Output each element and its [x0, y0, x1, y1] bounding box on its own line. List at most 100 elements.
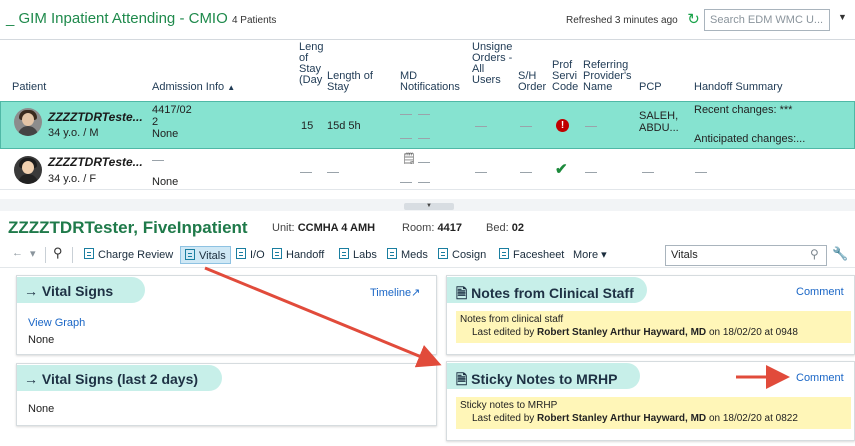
pcp-value-l2: ABDU...	[639, 122, 679, 134]
patient-count: 4 Patients	[231, 15, 277, 26]
col-header-unsigned-orders[interactable]: Unsigne Orders - All Users	[472, 42, 512, 86]
col-header-patient[interactable]: Patient	[12, 82, 46, 93]
patient-room: Room: 4417	[402, 222, 462, 234]
sticky-notes-title-text: Sticky Notes to MRHP	[471, 371, 618, 387]
patient-header-name: ZZZZTDRTester, FiveInpatient	[8, 218, 248, 237]
edited-by: Robert Stanley Arthur Hayward, MD	[537, 413, 707, 424]
col-header-los-l2: Stay	[327, 81, 350, 93]
document-icon	[185, 249, 195, 260]
vital-signs-value: None	[28, 334, 55, 346]
io-button[interactable]: I/O	[236, 246, 265, 264]
activity-search-input[interactable]: Vitals	[665, 245, 827, 266]
sort-ascending-icon: ▲	[227, 83, 236, 92]
document-icon	[236, 248, 246, 259]
notes-clinical-edit-line: Last edited by Robert Stanley Arthur Hay…	[460, 326, 847, 339]
patient-demographics: 34 y.o. / F	[48, 173, 97, 185]
back-arrow-icon[interactable]: ←	[12, 247, 23, 259]
search-icon[interactable]: ⚲	[810, 247, 819, 261]
patient-name[interactable]: ZZZZTDRTeste...	[48, 155, 143, 169]
col-header-los[interactable]: Length of Stay	[327, 71, 373, 93]
col-header-pcp[interactable]: PCP	[639, 82, 662, 93]
more-label: More	[573, 249, 599, 261]
list-title-text: _ GIM Inpatient Attending - CMIO	[6, 10, 228, 27]
admission-info-l1: 4417/02	[152, 104, 192, 116]
refreshed-status: Refreshed 3 minutes ago	[566, 15, 678, 26]
handoff-button[interactable]: Handoff	[272, 246, 324, 264]
col-header-handoff-summary[interactable]: Handoff Summary	[694, 82, 782, 93]
vitals-pulse-icon: →	[24, 283, 38, 299]
patient-name[interactable]: ZZZZTDRTeste...	[48, 110, 143, 124]
edit-prefix: Last edited by	[472, 413, 535, 424]
document-icon	[387, 248, 397, 259]
col-header-admission-info[interactable]: Admission Info ▲	[152, 82, 235, 93]
toolbar-separator	[72, 247, 73, 263]
patient-list-title: _ GIM Inpatient Attending - CMIO 4 Patie…	[6, 10, 276, 27]
labs-button[interactable]: Labs	[339, 246, 377, 264]
bed-value: 02	[511, 222, 524, 234]
edited-by: Robert Stanley Arthur Hayward, MD	[537, 327, 707, 338]
empty-dash	[642, 172, 654, 173]
timeline-label: Timeline	[370, 287, 412, 299]
empty-dash	[418, 182, 430, 183]
los-days-value: 15	[301, 120, 314, 132]
empty-dash	[400, 182, 412, 183]
refresh-icon[interactable]: ↻	[685, 12, 702, 27]
notification-icon[interactable]: 🗒	[402, 152, 416, 165]
los-value: 15d 5h	[327, 120, 361, 132]
empty-dash	[475, 126, 487, 127]
col-header-md-notifications[interactable]: MD Notifications	[400, 71, 460, 93]
bed-label: Bed:	[486, 222, 509, 234]
notes-clinical-note-text: Notes from clinical staff	[460, 314, 564, 325]
unit-value: CCMHA 4 AMH	[297, 222, 376, 234]
splitter-grip-icon[interactable]: ▼	[404, 203, 454, 210]
back-dropdown-icon[interactable]: ▾	[30, 247, 36, 260]
vital-signs-2days-title-text: Vital Signs (last 2 days)	[41, 371, 199, 387]
empty-dash	[300, 172, 312, 173]
empty-dash	[152, 160, 164, 161]
charge-review-label: Charge Review	[98, 249, 174, 261]
io-label: I/O	[250, 249, 265, 261]
cosign-button[interactable]: Cosign	[438, 246, 486, 264]
comment-link[interactable]: Comment	[796, 372, 844, 384]
vitals-button[interactable]: Vitals	[180, 246, 231, 264]
patient-bed: Bed: 02	[486, 222, 524, 234]
vital-signs-title: → Vital Signs	[24, 283, 113, 299]
pcp-value-l1: SALEH,	[639, 110, 679, 122]
empty-dash	[585, 126, 597, 127]
view-graph-link[interactable]: View Graph	[28, 317, 85, 329]
vitals-pulse-icon: →	[24, 371, 38, 387]
col-header-referring-provider[interactable]: Referring Provider's Name	[583, 60, 632, 93]
empty-dash	[418, 162, 430, 163]
comment-link[interactable]: Comment	[796, 286, 844, 298]
meds-button[interactable]: Meds	[387, 246, 428, 264]
col-header-los-days[interactable]: Leng of Stay (Day	[299, 42, 323, 86]
empty-dash	[400, 138, 412, 139]
alert-icon[interactable]: !	[556, 119, 569, 132]
document-icon	[499, 248, 509, 259]
timeline-link[interactable]: Timeline↗	[370, 286, 420, 299]
more-menu-button[interactable]: More ▾	[573, 246, 607, 264]
empty-dash	[418, 138, 430, 139]
document-icon	[272, 248, 282, 259]
vital-signs-2days-title: → Vital Signs (last 2 days)	[24, 371, 198, 387]
external-link-icon: ↗	[411, 287, 421, 299]
edited-on: on 18/02/20 at 0948	[708, 327, 798, 338]
patient-row-partial[interactable]	[0, 191, 855, 199]
empty-dash	[475, 172, 487, 173]
col-header-ref-l3: Name	[583, 81, 613, 93]
toolbar-separator	[45, 247, 46, 263]
search-icon[interactable]: ⚲	[53, 245, 63, 261]
wrench-icon[interactable]: 🔧	[832, 246, 848, 262]
chevron-down-icon[interactable]: ▼	[838, 12, 847, 22]
sticky-notes-edit-line: Last edited by Robert Stanley Arthur Hay…	[460, 412, 847, 425]
col-header-sh-order[interactable]: S/H Order	[518, 71, 546, 93]
patient-demographics: 34 y.o. / M	[48, 127, 99, 139]
charge-review-button[interactable]: Charge Review	[84, 246, 173, 264]
patient-unit: Unit: CCMHA 4 AMH	[272, 222, 375, 234]
chevron-down-icon: ▾	[601, 249, 607, 261]
notes-clinical-note: Notes from clinical staff Last edited by…	[456, 311, 851, 343]
room-value: 4417	[437, 222, 462, 234]
facesheet-button[interactable]: Facesheet	[499, 246, 564, 264]
patient-search-input[interactable]: Search EDM WMC U...	[704, 9, 830, 31]
col-header-prof-service-code[interactable]: Prof Servi Code	[552, 60, 578, 93]
